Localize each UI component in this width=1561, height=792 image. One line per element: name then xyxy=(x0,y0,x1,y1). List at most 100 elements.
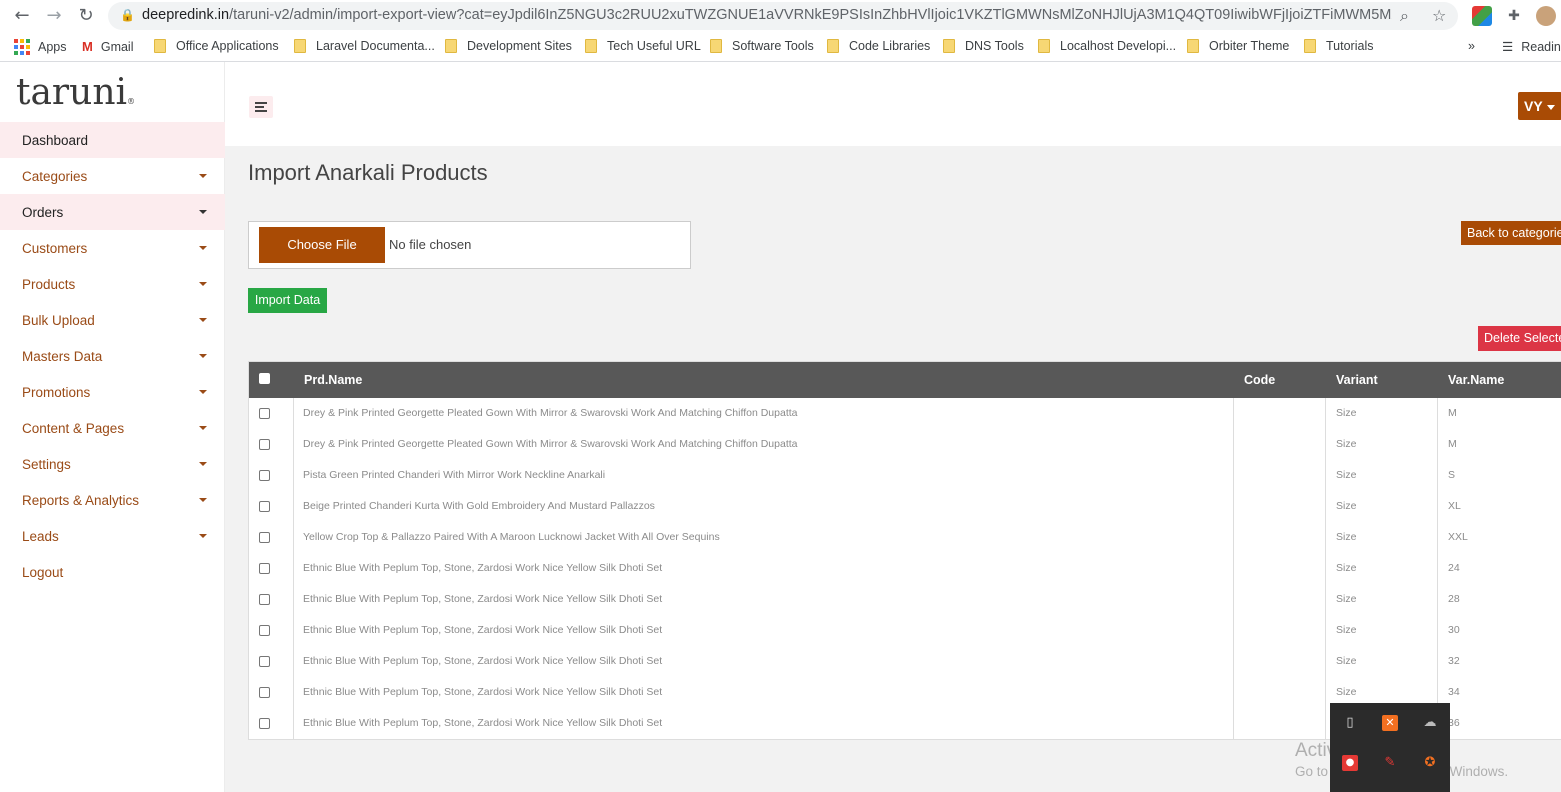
table-row[interactable]: Ethnic Blue With Peplum Top, Stone, Zard… xyxy=(249,584,1561,615)
sync-tool-icon[interactable]: ✪ xyxy=(1422,755,1438,771)
sidebar-item-bulk-upload[interactable]: Bulk Upload xyxy=(0,302,225,338)
screen-recorder-icon[interactable]: ● xyxy=(1342,755,1358,771)
row-checkbox[interactable] xyxy=(259,687,270,698)
user-menu-button[interactable]: VY xyxy=(1518,92,1561,120)
file-input[interactable]: Choose File No file chosen xyxy=(248,221,691,269)
cell-var-name: 30 xyxy=(1448,624,1460,636)
cell-var-name: XL xyxy=(1448,500,1461,512)
select-all-checkbox[interactable] xyxy=(259,373,270,384)
sidebar-item-label: Dashboard xyxy=(22,132,89,148)
reload-icon[interactable]: ↻ xyxy=(76,6,96,26)
bookmark-laravel[interactable]: Laravel Documenta... xyxy=(294,39,435,53)
bookmark-code-libraries[interactable]: Code Libraries xyxy=(827,39,930,53)
bookmarks-more-button[interactable]: » xyxy=(1468,39,1475,53)
extensions-puzzle-icon[interactable]: ✚ xyxy=(1504,6,1524,26)
column-divider xyxy=(293,398,294,740)
pen-tool-icon[interactable]: ✎ xyxy=(1382,755,1398,771)
choose-file-button[interactable]: Choose File xyxy=(259,227,385,263)
back-arrow-icon[interactable]: ← xyxy=(12,6,32,26)
url-text[interactable]: deepredink.in/taruni-v2/admin/import-exp… xyxy=(142,7,1392,23)
table-row[interactable]: Ethnic Blue With Peplum Top, Stone, Zard… xyxy=(249,553,1561,584)
reading-list-button[interactable]: ☰ Readin xyxy=(1502,39,1561,54)
usb-drive-icon[interactable]: ▯ xyxy=(1342,715,1358,731)
xampp-icon[interactable]: ✕ xyxy=(1382,715,1398,731)
bookmark-localhost[interactable]: Localhost Developi... xyxy=(1038,39,1176,53)
top-header: VY xyxy=(225,62,1561,146)
bookmark-label: Localhost Developi... xyxy=(1060,39,1177,53)
bookmark-orbiter-theme[interactable]: Orbiter Theme xyxy=(1187,39,1289,53)
sidebar-item-orders[interactable]: Orders xyxy=(0,194,225,230)
table-row[interactable]: Drey & Pink Printed Georgette Pleated Go… xyxy=(249,398,1561,429)
sidebar-item-masters-data[interactable]: Masters Data xyxy=(0,338,225,374)
bookmark-development-sites[interactable]: Development Sites xyxy=(445,39,572,53)
sidebar-menu: Dashboard Categories Orders Customers Pr… xyxy=(0,122,225,590)
profile-avatar-icon[interactable] xyxy=(1536,6,1556,26)
row-checkbox[interactable] xyxy=(259,532,270,543)
row-checkbox[interactable] xyxy=(259,594,270,605)
sidebar-item-customers[interactable]: Customers xyxy=(0,230,225,266)
bookmark-tech-useful-url[interactable]: Tech Useful URL xyxy=(585,39,701,53)
cell-var-name: 24 xyxy=(1448,562,1460,574)
sidebar-item-dashboard[interactable]: Dashboard xyxy=(0,122,225,158)
bookmarks-bar: Apps M Gmail Office Applications Laravel … xyxy=(0,32,1561,62)
folder-icon xyxy=(943,39,955,53)
caret-down-icon xyxy=(199,354,207,358)
bookmark-star-icon[interactable]: ☆ xyxy=(1432,6,1446,25)
sidebar-item-leads[interactable]: Leads xyxy=(0,518,225,554)
header-code[interactable]: Code xyxy=(1244,373,1275,387)
import-data-button[interactable]: Import Data xyxy=(248,288,327,313)
bookmark-label: Office Applications xyxy=(176,39,279,53)
sidebar-item-reports-analytics[interactable]: Reports & Analytics xyxy=(0,482,225,518)
back-to-categories-button[interactable]: Back to categories xyxy=(1461,221,1561,245)
sidebar-toggle-icon[interactable] xyxy=(249,96,273,118)
bookmark-software-tools[interactable]: Software Tools xyxy=(710,39,814,53)
sidebar-item-categories[interactable]: Categories xyxy=(0,158,225,194)
header-variant[interactable]: Variant xyxy=(1336,373,1378,387)
row-checkbox[interactable] xyxy=(259,718,270,729)
row-checkbox[interactable] xyxy=(259,563,270,574)
table-row[interactable]: Pista Green Printed Chanderi With Mirror… xyxy=(249,460,1561,491)
sidebar-item-logout[interactable]: Logout xyxy=(0,554,225,590)
address-bar[interactable]: 🔒 deepredink.in/taruni-v2/admin/import-e… xyxy=(108,2,1458,30)
extension-color-icon[interactable] xyxy=(1472,6,1492,26)
row-checkbox[interactable] xyxy=(259,408,270,419)
row-checkbox[interactable] xyxy=(259,501,270,512)
cloud-off-icon[interactable]: ☁ xyxy=(1422,715,1438,731)
zoom-icon[interactable]: ⌕ xyxy=(1400,6,1409,26)
brand-logo[interactable]: taruni® xyxy=(16,72,135,113)
header-prd-name[interactable]: Prd.Name xyxy=(304,373,362,387)
table-row[interactable]: Beige Printed Chanderi Kurta With Gold E… xyxy=(249,491,1561,522)
sidebar-item-label: Content & Pages xyxy=(22,420,125,436)
row-checkbox[interactable] xyxy=(259,470,270,481)
bookmark-label: DNS Tools xyxy=(965,39,1024,53)
bookmark-dns-tools[interactable]: DNS Tools xyxy=(943,39,1024,53)
bookmark-tutorials[interactable]: Tutorials xyxy=(1304,39,1373,53)
bookmark-label: Development Sites xyxy=(467,39,572,53)
row-checkbox[interactable] xyxy=(259,656,270,667)
caret-down-icon xyxy=(199,318,207,322)
sidebar-item-promotions[interactable]: Promotions xyxy=(0,374,225,410)
sidebar-item-label: Leads xyxy=(22,528,59,544)
bookmark-apps[interactable]: Apps xyxy=(14,39,67,55)
bookmark-gmail[interactable]: M Gmail xyxy=(82,39,134,54)
sidebar-item-settings[interactable]: Settings xyxy=(0,446,225,482)
table-row[interactable]: Ethnic Blue With Peplum Top, Stone, Zard… xyxy=(249,646,1561,677)
cell-variant: Size xyxy=(1336,655,1357,667)
table-header: Prd.Name Code Variant Var.Name xyxy=(249,362,1561,398)
table-row[interactable]: Ethnic Blue With Peplum Top, Stone, Zard… xyxy=(249,615,1561,646)
cell-prd-name: Drey & Pink Printed Georgette Pleated Go… xyxy=(303,407,798,419)
row-checkbox[interactable] xyxy=(259,439,270,450)
bookmark-office-applications[interactable]: Office Applications xyxy=(154,39,279,53)
table-row[interactable]: Yellow Crop Top & Pallazzo Paired With A… xyxy=(249,522,1561,553)
delete-selected-button[interactable]: Delete Selected xyxy=(1478,326,1561,351)
cell-prd-name: Ethnic Blue With Peplum Top, Stone, Zard… xyxy=(303,593,663,605)
sidebar-item-products[interactable]: Products xyxy=(0,266,225,302)
forward-arrow-icon[interactable]: → xyxy=(44,6,64,26)
sidebar-item-content-pages[interactable]: Content & Pages xyxy=(0,410,225,446)
table-row[interactable]: Drey & Pink Printed Georgette Pleated Go… xyxy=(249,429,1561,460)
header-var-name[interactable]: Var.Name xyxy=(1448,373,1504,387)
row-checkbox[interactable] xyxy=(259,625,270,636)
caret-down-icon xyxy=(199,390,207,394)
cell-var-name: M xyxy=(1448,407,1457,419)
bookmark-label: Software Tools xyxy=(732,39,814,53)
